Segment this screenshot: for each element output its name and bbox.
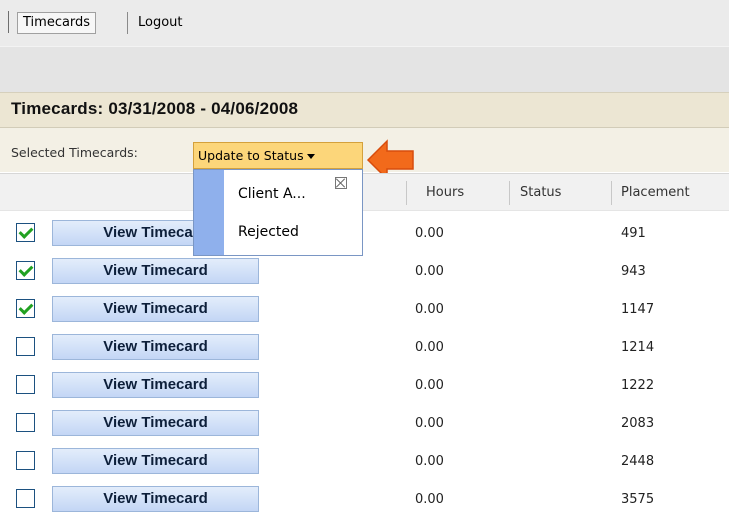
placement-cell: 1147	[621, 302, 655, 317]
tab-timecards[interactable]: Timecards	[17, 12, 97, 34]
row-checkbox[interactable]	[16, 261, 35, 280]
update-status-label: Update to Status	[198, 148, 304, 163]
page-title: Timecards: 03/31/2008 - 04/06/2008	[11, 99, 299, 118]
table-row: View Timecard 0.00 2448	[0, 442, 729, 480]
hours-cell: 0.00	[415, 264, 444, 279]
view-timecard-button[interactable]: View Timecard	[52, 486, 259, 512]
logout-link[interactable]: Logout	[138, 12, 183, 34]
hours-cell: 0.00	[415, 378, 444, 393]
table-row: View Timecard 0.00 1214	[0, 328, 729, 366]
row-checkbox[interactable]	[16, 337, 35, 356]
dropdown-caret-icon	[306, 154, 315, 159]
column-divider	[509, 181, 510, 205]
table-row: View Timecard 0.00 491	[0, 214, 729, 252]
title-bar: Timecards: 03/31/2008 - 04/06/2008	[0, 92, 729, 128]
table-row: View Timecard 0.00 943	[0, 252, 729, 290]
column-divider	[406, 181, 407, 205]
action-bar: Selected Timecards:	[0, 128, 729, 172]
placement-cell: 2448	[621, 454, 655, 469]
row-checkbox[interactable]	[16, 223, 35, 242]
view-timecard-button[interactable]: View Timecard	[52, 258, 259, 284]
placement-cell: 1214	[621, 340, 655, 355]
view-timecard-button[interactable]: View Timecard	[52, 296, 259, 322]
placement-cell: 2083	[621, 416, 655, 431]
column-header-hours[interactable]: Hours	[426, 185, 464, 200]
top-navigation: Timecards Logout	[0, 0, 729, 46]
view-timecard-button[interactable]: View Timecard	[52, 334, 259, 360]
hours-cell: 0.00	[415, 492, 444, 507]
view-timecard-button[interactable]: View Timecard	[52, 372, 259, 398]
table-header	[0, 173, 729, 211]
menu-stripe	[194, 170, 224, 255]
view-timecard-button[interactable]: View Timecard	[52, 448, 259, 474]
menu-item-rejected[interactable]: Rejected	[238, 224, 299, 240]
update-status-button[interactable]: Update to Status	[193, 142, 363, 169]
close-icon[interactable]	[335, 177, 347, 189]
placement-cell: 943	[621, 264, 646, 279]
column-header-placement[interactable]: Placement	[621, 185, 690, 200]
column-divider	[611, 181, 612, 205]
view-timecard-button[interactable]: View Timecard	[52, 410, 259, 436]
table-row: View Timecard 0.00 1147	[0, 290, 729, 328]
hours-cell: 0.00	[415, 340, 444, 355]
hours-cell: 0.00	[415, 454, 444, 469]
table-row: View Timecard 0.00 1222	[0, 366, 729, 404]
row-checkbox[interactable]	[16, 299, 35, 318]
placement-cell: 1222	[621, 378, 655, 393]
hours-cell: 0.00	[415, 226, 444, 241]
row-checkbox[interactable]	[16, 413, 35, 432]
placement-cell: 3575	[621, 492, 655, 507]
hours-cell: 0.00	[415, 416, 444, 431]
menu-item-client-approved[interactable]: Client A...	[238, 186, 306, 202]
row-checkbox[interactable]	[16, 489, 35, 508]
hours-cell: 0.00	[415, 302, 444, 317]
table-row: View Timecard 0.00 3575	[0, 480, 729, 518]
toolbar-band	[0, 46, 729, 92]
nav-divider	[8, 11, 9, 33]
placement-cell: 491	[621, 226, 646, 241]
status-dropdown-menu: Client A... Rejected	[193, 169, 363, 256]
selected-timecards-label: Selected Timecards:	[11, 145, 138, 160]
table-row: View Timecard 0.00 2083	[0, 404, 729, 442]
row-checkbox[interactable]	[16, 451, 35, 470]
nav-divider	[127, 12, 128, 34]
row-checkbox[interactable]	[16, 375, 35, 394]
column-header-status[interactable]: Status	[520, 185, 561, 200]
